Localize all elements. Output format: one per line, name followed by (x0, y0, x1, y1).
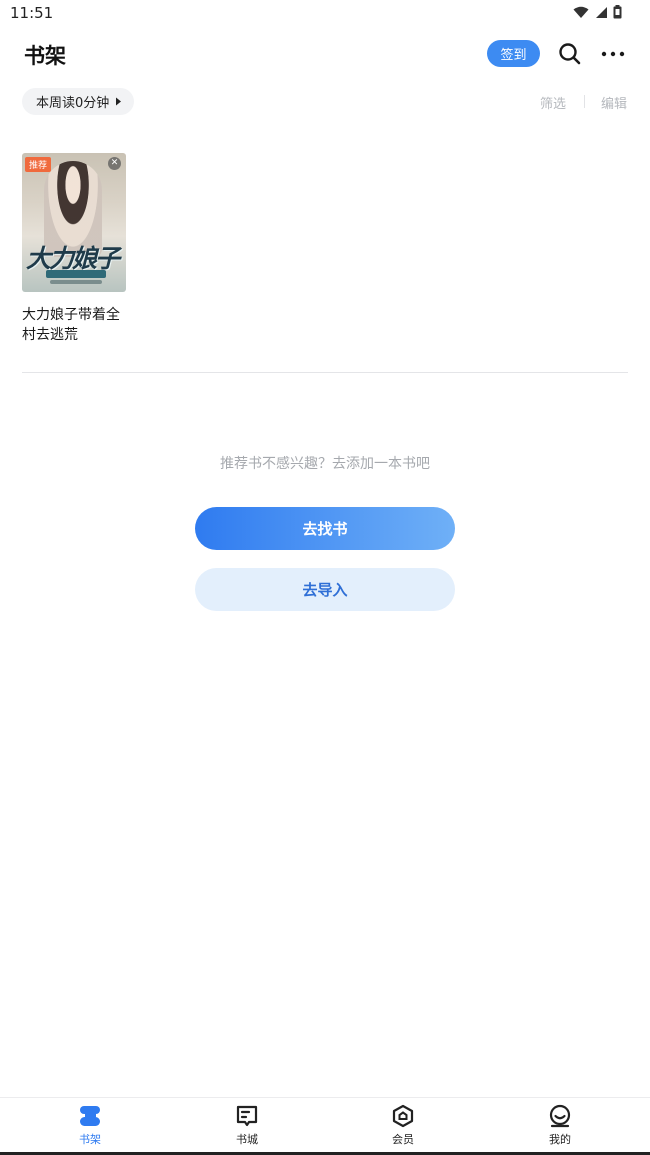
nav-label-bookshelf: 书架 (79, 1133, 101, 1146)
header: 书架 签到 (0, 30, 650, 78)
book-card[interactable]: 大力娘子 推荐 ✕ 大力娘子带着全村去逃荒 (22, 153, 130, 345)
more-button[interactable] (599, 41, 627, 67)
bookstore-icon (236, 1105, 258, 1127)
import-books-button[interactable]: 去导入 (195, 568, 455, 611)
bottom-nav: 书架 书城 会员 我的 (0, 1097, 650, 1155)
section-divider (22, 372, 628, 373)
recommend-badge: 推荐 (25, 157, 52, 172)
caret-right-icon (116, 97, 122, 106)
bookshelf-icon (80, 1106, 100, 1126)
nav-item-vip[interactable]: 会员 (358, 1104, 448, 1147)
nav-item-bookshelf[interactable]: 书架 (45, 1104, 135, 1147)
status-time: 11:51 (10, 4, 54, 22)
profile-icon (549, 1104, 571, 1128)
battery-icon (613, 5, 622, 19)
bookshelf-screen: 11:51 书架 签到 本周读0分钟 筛选 编辑 大力娘子 推荐 ✕ 大力娘子带… (0, 0, 650, 1155)
nav-label-vip: 会员 (392, 1133, 414, 1146)
weekly-reading-label: 本周读0分钟 (36, 96, 110, 111)
signal-icon (596, 6, 607, 18)
filter-link[interactable]: 筛选 (540, 93, 566, 112)
page-title: 书架 (24, 44, 66, 68)
search-icon (559, 43, 581, 65)
remove-book-button[interactable]: ✕ (108, 157, 121, 170)
wifi-icon (573, 6, 589, 18)
recommend-hint: 推荐书不感兴趣？去添加一本书吧 (220, 456, 430, 472)
cover-subtitle-art (50, 280, 102, 284)
nav-label-bookstore: 书城 (236, 1133, 258, 1146)
nav-item-bookstore[interactable]: 书城 (202, 1104, 292, 1147)
book-cover[interactable]: 大力娘子 推荐 ✕ (22, 153, 126, 292)
status-bar: 11:51 (0, 0, 650, 26)
book-title[interactable]: 大力娘子带着全村去逃荒 (22, 305, 130, 345)
cover-title-art: 大力娘子 (26, 244, 120, 273)
search-button[interactable] (557, 41, 583, 67)
find-books-button[interactable]: 去找书 (195, 507, 455, 550)
nav-item-profile[interactable]: 我的 (515, 1104, 605, 1147)
checkin-button[interactable]: 签到 (487, 40, 540, 67)
cover-subtitle-art (46, 270, 106, 278)
nav-label-profile: 我的 (549, 1133, 571, 1146)
edit-link[interactable]: 编辑 (601, 93, 627, 112)
weekly-reading-pill[interactable]: 本周读0分钟 (22, 88, 135, 115)
more-icon (601, 51, 625, 57)
vip-icon (392, 1104, 414, 1128)
filter-divider (584, 95, 585, 108)
status-icons (573, 5, 622, 19)
